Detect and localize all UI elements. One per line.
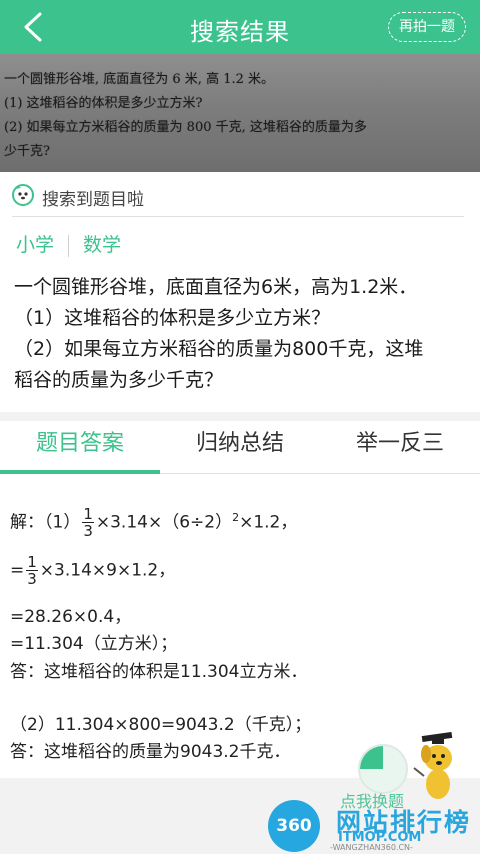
question-line: （2）如果每立方米稻谷的质量为800千克，这堆: [14, 338, 424, 360]
result-card: 搜索到题目啦 小学 数学 一个圆锥形谷堆，底面直径为6米，高为1.2米． （1）这…: [0, 172, 480, 412]
question-line: 一个圆锥形谷堆，底面直径为6米，高为1.2米．: [14, 276, 418, 298]
tab-summary[interactable]: 归纳总结: [160, 421, 320, 473]
answer-line: （2）11.304×800=9043.2（千克）；: [10, 715, 312, 735]
question-line: （1）这堆稻谷的体积是多少立方米？: [14, 307, 331, 329]
question-text: 一个圆锥形谷堆，底面直径为6米，高为1.2米． （1）这堆稻谷的体积是多少立方米…: [14, 272, 466, 396]
top-bar: 搜索结果 再拍一题: [0, 0, 480, 54]
answer-text: ×1.2，: [239, 512, 298, 533]
answer-text: 解：（1）: [10, 512, 81, 533]
fraction: 13: [26, 554, 38, 587]
tab-label: 题目答案: [35, 431, 124, 456]
photo-line: 少千克?: [4, 144, 50, 159]
answer-text: =: [10, 560, 25, 581]
dog-icon: [12, 184, 34, 206]
tag-separator: [68, 234, 70, 257]
photo-line: (2) 如果每立方米稻谷的质量为 800 千克, 这堆稻谷的质量为多: [4, 120, 367, 135]
found-text: 搜索到题目啦: [42, 190, 144, 210]
watermark-logo: 360: [268, 800, 320, 852]
photo-line: (1) 这堆稻谷的体积是多少立方米?: [4, 96, 203, 111]
tab-answer[interactable]: 题目答案: [0, 421, 160, 474]
answer-text: ×3.14×9×1.2，: [39, 560, 176, 581]
answer-line: =11.304（立方米）；: [10, 634, 178, 654]
fraction-denominator: 3: [27, 570, 37, 588]
tag-subject: 数学: [83, 234, 122, 256]
answer-panel: 解：（1） 1 3 ×3.14×（6÷2）2×1.2， = 1 3 ×3.14×9×1.2，…: [0, 474, 480, 778]
photo-line: 一个圆锥形谷堆, 底面直径为 6 米, 高 1.2 米。: [4, 72, 275, 87]
tab-label: 归纳总结: [195, 431, 284, 456]
divider: [12, 216, 464, 217]
progress-pie-icon: [358, 744, 408, 794]
fraction-denominator: 3: [83, 522, 93, 540]
watermark-subdomain: -WANGZHAN360.CN-: [330, 843, 413, 852]
dog-mascot-icon: [413, 732, 453, 799]
tab-label: 举一反三: [355, 431, 444, 456]
answer-line: 答：这堆稻谷的体积是11.304立方米．: [10, 662, 308, 682]
fraction: 13: [82, 506, 94, 539]
retake-button[interactable]: 再拍一题: [388, 12, 466, 42]
question-photo: 一个圆锥形谷堆, 底面直径为 6 米, 高 1.2 米。 (1) 这堆稻谷的体积…: [0, 54, 480, 172]
question-line: 稻谷的质量为多少千克？: [14, 369, 224, 391]
tag-grade: 小学: [16, 234, 55, 256]
tab-bar: 题目答案 归纳总结 举一反三: [0, 421, 480, 474]
fraction-numerator: 1: [82, 505, 94, 523]
answer-line: 答：这堆稻谷的质量为9043.2千克．: [10, 742, 291, 762]
subject-tags: 小学 数学: [16, 230, 122, 257]
fraction-numerator: 1: [26, 553, 38, 571]
answer-text: ×3.14×（6÷2）: [95, 512, 233, 533]
answer-line: 解：（1） 1 3 ×3.14×（6÷2）2×1.2，: [10, 506, 297, 539]
answer-line: = 1 3 ×3.14×9×1.2，: [10, 554, 175, 587]
answer-line: =28.26×0.4，: [10, 607, 132, 627]
tab-practice[interactable]: 举一反三: [320, 421, 480, 473]
